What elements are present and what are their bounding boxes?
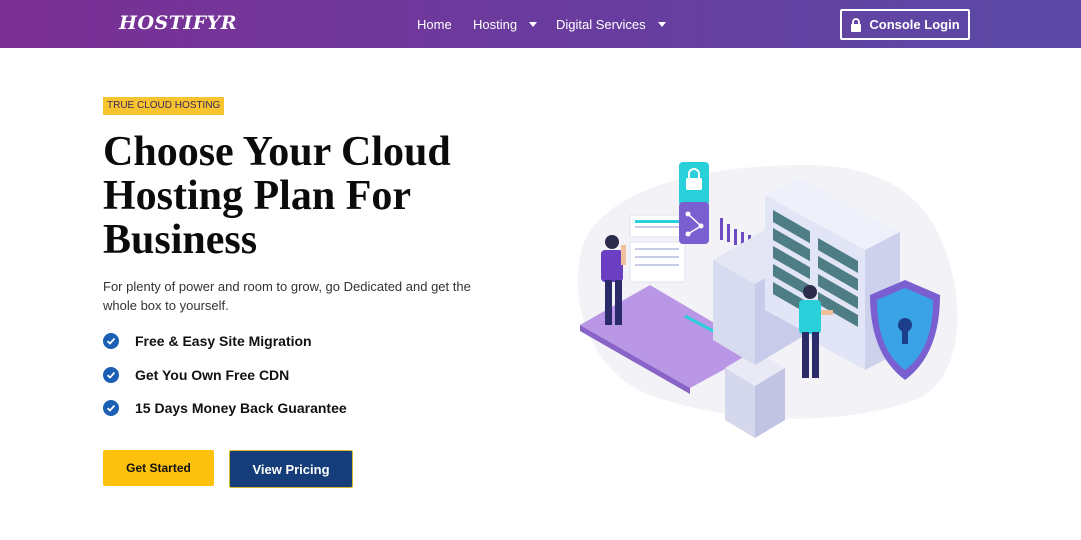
feature-list: Free & Easy Site Migration Get You Own F…: [103, 331, 347, 432]
lock-icon: [851, 17, 862, 32]
brand-logo[interactable]: HOSTIFYR: [119, 12, 237, 34]
chevron-down-icon: [657, 22, 666, 27]
check-circle-icon: [103, 333, 119, 349]
get-started-button[interactable]: Get Started: [103, 450, 214, 486]
check-circle-icon: [103, 400, 119, 416]
feature-item: 15 Days Money Back Guarantee: [103, 398, 347, 418]
feature-label: Free & Easy Site Migration: [135, 333, 312, 349]
feature-label: 15 Days Money Back Guarantee: [135, 400, 347, 416]
network-tile-icon: [679, 202, 709, 244]
top-navbar: HOSTIFYR Home Hosting Digital Services C…: [0, 0, 1081, 48]
feature-label: Get You Own Free CDN: [135, 366, 290, 383]
hero-illustration: [577, 162, 958, 438]
hero-headline: Choose Your Cloud Hosting Plan For Busin…: [103, 129, 451, 263]
feature-item: Free & Easy Site Migration: [103, 331, 347, 351]
nav-digital-services-dropdown[interactable]: Digital Services: [556, 17, 666, 32]
hero-badge: TRUE CLOUD HOSTING: [103, 97, 225, 115]
nav-hosting-dropdown[interactable]: Hosting: [473, 17, 538, 32]
console-login-label: Console Login: [869, 17, 960, 32]
view-pricing-button[interactable]: View Pricing: [229, 450, 353, 488]
nav-home-label: Home: [417, 17, 452, 32]
console-login-button[interactable]: Console Login: [840, 9, 970, 40]
hero-subtext: For plenty of power and room to grow, go…: [103, 279, 471, 313]
nav-home-link[interactable]: Home: [417, 17, 452, 32]
feature-item: Get You Own Free CDN: [103, 365, 347, 385]
nav-digital-services-label: Digital Services: [556, 17, 646, 32]
nav-hosting-label: Hosting: [473, 17, 518, 32]
check-circle-icon: [103, 366, 119, 383]
chevron-down-icon: [529, 22, 538, 27]
